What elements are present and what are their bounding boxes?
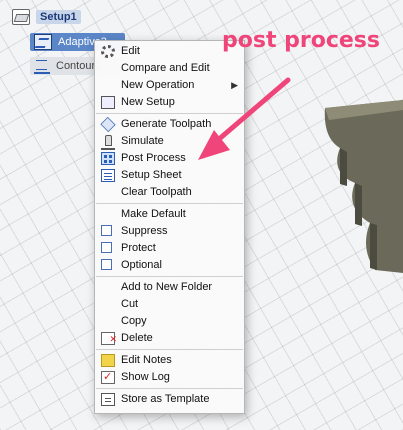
annotation-arrow: [198, 77, 291, 160]
annotation-text: post process: [222, 28, 380, 53]
